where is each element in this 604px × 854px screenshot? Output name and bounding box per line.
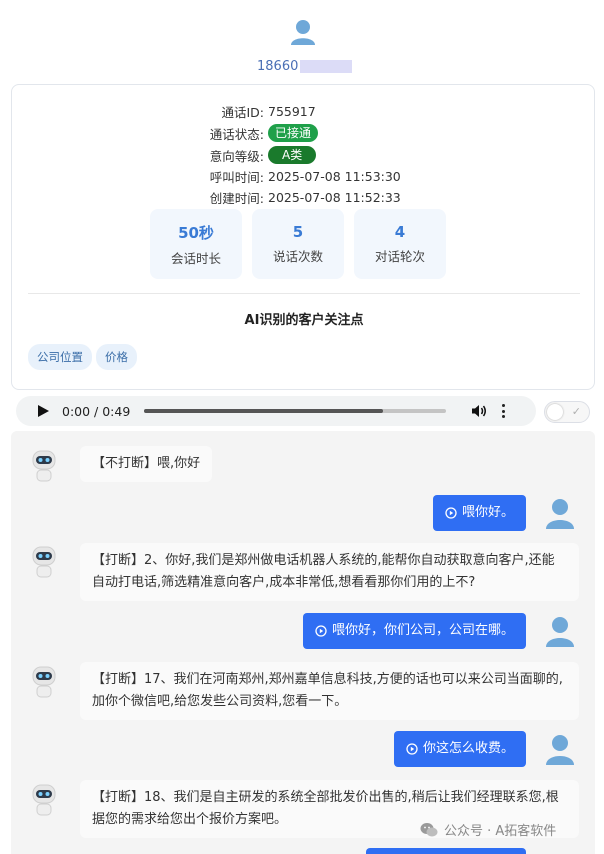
focus-tag[interactable]: 价格: [96, 344, 137, 370]
stat-speak-count: 5 说话次数: [252, 209, 344, 279]
stat-duration-value: 50秒: [178, 223, 214, 242]
stat-rounds-value: 4: [394, 223, 406, 241]
user-message[interactable]: 你这怎么收费。: [393, 731, 526, 767]
toggle-knob: [547, 404, 563, 420]
user-avatar-icon: [291, 20, 315, 45]
call-status-label: 通话状态:: [209, 126, 264, 142]
user-message[interactable]: 喂你好，你们公司，公司在哪。: [302, 613, 526, 649]
watermark-text: 公众号 · A拓客软件: [444, 824, 557, 839]
customer-focus-tags: 公司位置 价格: [28, 344, 137, 370]
user-avatar-icon: [543, 732, 577, 766]
create-time-value: 2025-07-08 11:52:33: [268, 189, 401, 205]
stat-rounds-label: 对话轮次: [374, 249, 425, 264]
bot-message: 【不打断】喂,你好: [80, 446, 213, 482]
stat-duration-label: 会话时长: [170, 250, 221, 266]
user-avatar-icon: [543, 496, 577, 530]
header: 18660: [0, 0, 604, 84]
conversation-panel: 【不打断】喂,你好 喂你好。 【打断】2、你好,我们是郑州做电话机器人系统的,能…: [11, 431, 595, 854]
user-avatar-icon: [543, 614, 577, 648]
call-time-label: 呼叫时间:: [209, 169, 264, 185]
call-time-row: 呼叫时间: 2025-07-08 11:53:30: [12, 166, 596, 186]
robot-avatar-icon: [32, 546, 56, 578]
watermark: 公众号 · A拓客软件: [420, 820, 556, 839]
call-id-row: 通话ID: 755917: [12, 101, 596, 121]
robot-avatar-icon: [32, 450, 56, 482]
audio-progress-fill: [144, 409, 383, 413]
create-time-row: 创建时间: 2025-07-08 11:52:33: [12, 187, 596, 207]
intent-level-label: 意向等级:: [209, 148, 264, 164]
play-circle-icon: [445, 507, 457, 519]
user-message-text: 喂你好，你们公司，公司在哪。: [331, 623, 514, 638]
call-stats: 50秒 会话时长 5 说话次数 4 对话轮次: [150, 209, 446, 279]
call-info-card: 通话ID: 755917 通话状态: 已接通 意向等级: A类 呼叫时间: 20…: [11, 84, 595, 390]
robot-avatar-icon: [32, 666, 56, 698]
audio-time: 0:00 / 0:49: [62, 403, 131, 419]
toggle-switch[interactable]: ✓: [544, 401, 590, 423]
focus-tag[interactable]: 公司位置: [28, 344, 92, 370]
audio-player: 0:00 / 0:49: [16, 396, 536, 426]
phone-number-mask: [300, 59, 353, 73]
play-circle-icon: [406, 743, 418, 755]
more-options-icon[interactable]: [501, 404, 505, 418]
call-id-value: 755917: [268, 103, 316, 119]
user-message-partial[interactable]: [366, 848, 526, 854]
stat-rounds: 4 对话轮次: [354, 209, 446, 279]
play-circle-icon: [315, 625, 327, 637]
audio-progress-bar[interactable]: [144, 409, 446, 413]
user-message-text: 你这怎么收费。: [422, 741, 514, 756]
call-status-row: 通话状态: 已接通: [12, 123, 596, 143]
create-time-label: 创建时间:: [209, 190, 264, 206]
stat-speak-count-label: 说话次数: [272, 249, 323, 264]
intent-level-row: 意向等级: A类: [12, 145, 596, 165]
call-time-value: 2025-07-08 11:53:30: [268, 168, 401, 184]
bot-message: 【打断】2、你好,我们是郑州做电话机器人系统的,能帮你自动获取意向客户,还能自动…: [80, 543, 579, 601]
status-badge: 已接通: [268, 124, 319, 142]
stat-duration: 50秒 会话时长: [150, 209, 242, 279]
customer-focus-title: AI识别的客户关注点: [244, 313, 364, 328]
robot-avatar-icon: [32, 784, 56, 816]
play-icon[interactable]: [36, 404, 50, 418]
divider: [28, 293, 580, 294]
phone-number: 18660: [257, 57, 353, 75]
stat-speak-count-value: 5: [292, 223, 304, 241]
phone-number-text: 18660: [257, 58, 299, 74]
check-icon: ✓: [571, 405, 581, 418]
user-message[interactable]: 喂你好。: [432, 495, 526, 531]
user-message-text: 喂你好。: [461, 505, 514, 520]
call-id-label: 通话ID:: [221, 104, 264, 120]
bot-message: 【打断】17、我们在河南郑州,郑州嘉单信息科技,方便的话也可以来公司当面聊的,加…: [80, 662, 579, 720]
intent-level-badge: A类: [268, 146, 317, 164]
volume-icon[interactable]: [471, 403, 487, 419]
wechat-icon: [420, 822, 438, 836]
